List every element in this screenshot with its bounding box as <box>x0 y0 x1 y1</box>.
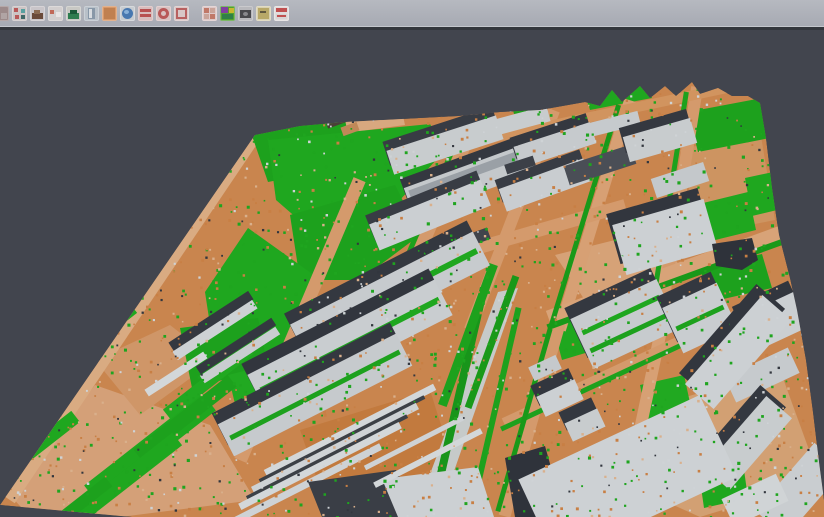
vegetation-model-icon[interactable] <box>66 6 81 21</box>
layer-list-icon[interactable] <box>138 6 153 21</box>
report-icon[interactable] <box>274 6 289 21</box>
extent-select-icon[interactable] <box>174 6 189 21</box>
terrain-model-icon[interactable] <box>30 6 45 21</box>
globe-icon[interactable] <box>120 6 135 21</box>
main-toolbar <box>0 0 824 26</box>
viewport-3d[interactable] <box>0 30 824 517</box>
raster-grid-icon[interactable] <box>202 6 217 21</box>
classification-map-icon[interactable] <box>220 6 235 21</box>
select-points-icon[interactable] <box>0 6 9 21</box>
orthophoto-icon[interactable] <box>102 6 117 21</box>
app-window: { "toolbar": { "icons": [ {"name":"selec… <box>0 0 824 517</box>
processing-settings-icon[interactable] <box>156 6 171 21</box>
align-pairs-icon[interactable] <box>12 6 27 21</box>
terrain-group <box>0 75 824 517</box>
column-view-icon[interactable] <box>84 6 99 21</box>
sparse-points-icon[interactable] <box>48 6 63 21</box>
camera-views-icon[interactable] <box>238 6 253 21</box>
toolbar-icons <box>0 6 292 21</box>
export-model-icon[interactable] <box>256 6 271 21</box>
point-cloud-scene[interactable] <box>0 30 824 517</box>
